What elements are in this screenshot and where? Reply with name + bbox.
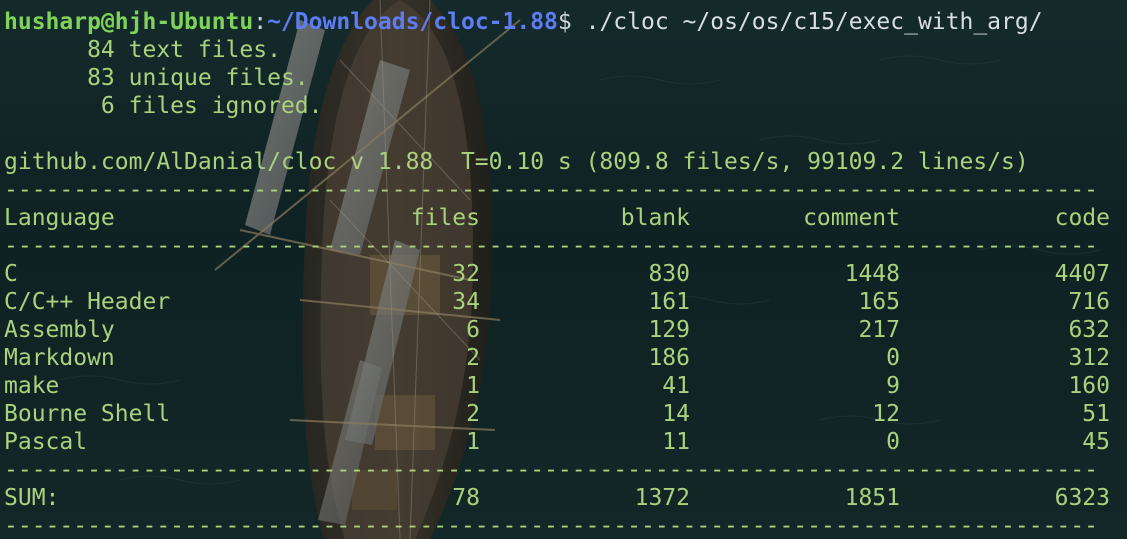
- row-blank: 161: [648, 289, 690, 315]
- prompt-user-host: husharp@hjh-Ubuntu: [4, 9, 254, 35]
- row-comment: 0: [886, 345, 900, 371]
- row-language: Markdown: [4, 345, 115, 371]
- row-blank: 41: [662, 373, 690, 399]
- row-blank: 830: [648, 261, 690, 287]
- prompt-path: ~/Downloads/cloc-1.88: [267, 9, 558, 35]
- row-code: 4407: [1054, 261, 1110, 287]
- table-row: make 1 41 9 160: [4, 372, 1110, 400]
- header-blank: blank: [620, 205, 690, 231]
- row-language: make: [4, 373, 60, 399]
- terminal-window[interactable]: husharp@hjh-Ubuntu:~/Downloads/cloc-1.88…: [0, 0, 1127, 539]
- row-blank: 11: [662, 429, 690, 455]
- row-language: Assembly: [4, 317, 115, 343]
- terminal-output: husharp@hjh-Ubuntu:~/Downloads/cloc-1.88…: [4, 8, 1110, 539]
- row-language: Pascal: [4, 429, 88, 455]
- row-files: 6: [466, 317, 480, 343]
- row-code: 45: [1082, 429, 1110, 455]
- sum-comment: 1851: [844, 485, 900, 511]
- prompt-line: husharp@hjh-Ubuntu:~/Downloads/cloc-1.88…: [4, 8, 1110, 36]
- command-text: ./cloc ~/os/os/c15/exec_with_arg/: [571, 9, 1043, 35]
- table-row: C 32 830 1448 4407: [4, 260, 1110, 288]
- sum-row: SUM: 78 1372 1851 6323: [4, 484, 1110, 512]
- separator-line: ----------------------------------------…: [4, 457, 1098, 483]
- row-comment: 165: [858, 289, 900, 315]
- table-row: Markdown 2 186 0 312: [4, 344, 1110, 372]
- header-language: Language: [4, 205, 115, 231]
- table-row: Bourne Shell 2 14 12 51: [4, 400, 1110, 428]
- header-code: code: [1054, 205, 1110, 231]
- row-code: 51: [1082, 401, 1110, 427]
- table-row: C/C++ Header 34 161 165 716: [4, 288, 1110, 316]
- table-row: Assembly 6 129 217 632: [4, 316, 1110, 344]
- ignored-files-line: 6 files ignored.: [4, 93, 323, 119]
- table-row: Pascal 1 11 0 45: [4, 428, 1110, 456]
- row-blank: 186: [648, 345, 690, 371]
- header-comment: comment: [803, 205, 900, 231]
- row-comment: 217: [858, 317, 900, 343]
- row-files: 1: [466, 373, 480, 399]
- row-files: 2: [466, 345, 480, 371]
- row-comment: 9: [886, 373, 900, 399]
- row-comment: 0: [886, 429, 900, 455]
- row-files: 2: [466, 401, 480, 427]
- separator-line: ----------------------------------------…: [4, 513, 1098, 539]
- row-language: Bourne Shell: [4, 401, 171, 427]
- separator-line: ----------------------------------------…: [4, 177, 1098, 203]
- row-files: 32: [452, 261, 480, 287]
- row-files: 34: [452, 289, 480, 315]
- row-code: 312: [1068, 345, 1110, 371]
- row-blank: 129: [648, 317, 690, 343]
- row-files: 1: [466, 429, 480, 455]
- row-code: 716: [1068, 289, 1110, 315]
- prompt-separator: :: [253, 9, 268, 35]
- sum-files: 78: [452, 485, 480, 511]
- row-blank: 14: [662, 401, 690, 427]
- row-code: 160: [1068, 373, 1110, 399]
- header-files: files: [410, 205, 480, 231]
- row-code: 632: [1068, 317, 1110, 343]
- table-header: Language files blank comment code: [4, 204, 1110, 232]
- sum-code: 6323: [1054, 485, 1110, 511]
- sum-label: SUM:: [4, 485, 60, 511]
- row-language: C/C++ Header: [4, 289, 171, 315]
- separator-line: ----------------------------------------…: [4, 233, 1098, 259]
- version-line: github.com/AlDanial/cloc v 1.88 T=0.10 s…: [4, 149, 1029, 175]
- sum-blank: 1372: [634, 485, 690, 511]
- text-files-line: 84 text files.: [4, 37, 281, 63]
- prompt-symbol: $: [557, 9, 572, 35]
- unique-files-line: 83 unique files.: [4, 65, 309, 91]
- row-comment: 12: [872, 401, 900, 427]
- row-language: C: [4, 261, 18, 287]
- row-comment: 1448: [844, 261, 900, 287]
